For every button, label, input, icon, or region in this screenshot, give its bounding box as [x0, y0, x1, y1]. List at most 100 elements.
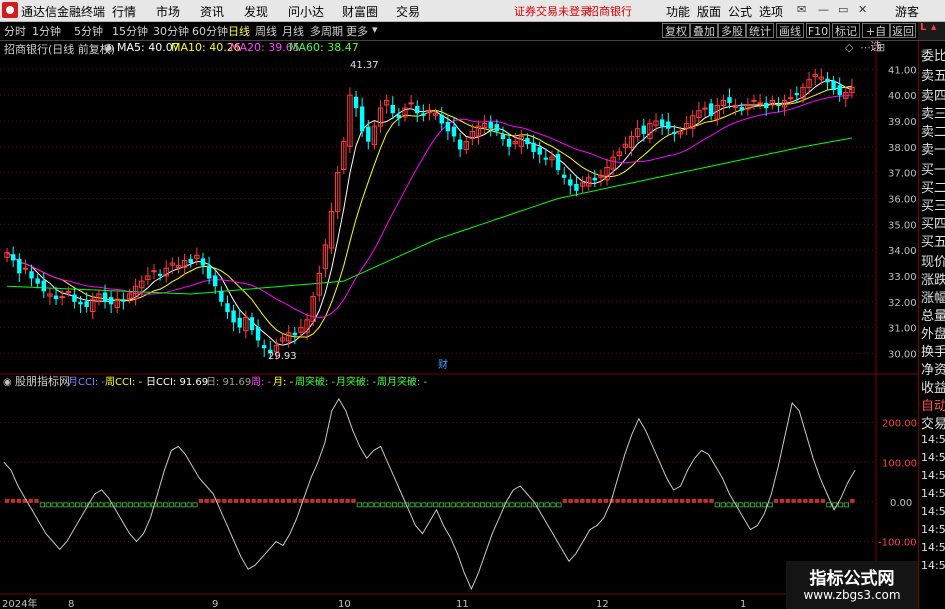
sidebar-outer-volume[interactable]: 外盘 — [921, 323, 945, 342]
time-tick-jan: 1 — [740, 599, 746, 609]
tab-multi-period[interactable]: 多周期 — [310, 23, 343, 39]
trade-time-row: 14:56 — [921, 505, 945, 518]
menu-functions[interactable]: 功能 — [666, 3, 690, 20]
sidebar-bid4[interactable]: 买四 — [921, 213, 945, 232]
menu-formula[interactable]: 公式 — [728, 3, 752, 20]
candle-body-down — [445, 122, 451, 132]
candle-body-down — [537, 147, 542, 155]
sidebar-order-ratio[interactable]: 委比 — [921, 45, 945, 64]
cci-bar-negative — [474, 502, 480, 508]
sidebar-earnings[interactable]: 收益 — [921, 377, 945, 396]
cci-bar-negative — [121, 502, 128, 508]
sidebar-change[interactable]: 涨跌 — [921, 269, 945, 288]
cci-bar-negative — [157, 502, 163, 508]
back-button[interactable]: 返回 — [890, 23, 916, 38]
cci-bar-negative — [45, 502, 51, 508]
add-watchlist-button[interactable]: +自选 — [862, 23, 890, 53]
cci-bar-positive — [5, 498, 10, 503]
tab-15min[interactable]: 15分钟 — [112, 23, 148, 39]
cci-bar-negative — [556, 502, 562, 508]
cci-bar-negative — [720, 502, 726, 508]
menu-options[interactable]: 选项 — [759, 3, 783, 20]
sidebar-volume[interactable]: 总量 — [921, 305, 945, 324]
cci-bar-negative — [738, 502, 744, 508]
chart-area[interactable]: 41.00 40.00 39.00 38.00 37.00 36.00 35.0… — [0, 41, 918, 609]
stats-button[interactable]: 统计 — [746, 23, 774, 38]
cci-bar-positive — [228, 498, 233, 503]
sidebar-auto[interactable]: 自动 — [921, 395, 945, 414]
tab-30min[interactable]: 30分钟 — [153, 23, 189, 39]
cci-bar-negative — [415, 502, 421, 508]
menu-ask[interactable]: 问小达 — [288, 3, 324, 20]
menu-layout[interactable]: 版面 — [697, 3, 721, 20]
guest-user[interactable]: 游客 — [895, 3, 919, 20]
indicator-name[interactable]: 股朋指标网 — [15, 374, 70, 388]
more-dropdown-icon[interactable]: ▾ — [372, 23, 378, 36]
cci-bar-positive — [198, 498, 204, 503]
time-axis: 2024年 8 9 10 11 12 1 — [2, 597, 746, 609]
panel-toggle[interactable]: L ▲ — [918, 22, 945, 40]
sidebar-price[interactable]: 现价 — [921, 251, 945, 270]
tab-1min[interactable]: 1分钟 — [32, 23, 61, 39]
sidebar-ask3[interactable]: 卖三 — [921, 103, 945, 122]
multi-stock-button[interactable]: 多股 — [718, 23, 746, 38]
indicator-settings-icon[interactable]: ◉ — [3, 377, 12, 388]
tab-intraday[interactable]: 分时 — [4, 23, 26, 39]
menu-quotes[interactable]: 行情 — [112, 3, 136, 20]
minimize-icon[interactable]: — — [818, 3, 829, 16]
cci-bar-positive — [820, 498, 826, 503]
tab-daily[interactable]: 日线 — [228, 23, 250, 39]
finance-marker[interactable]: 财 — [438, 358, 448, 371]
menu-discover[interactable]: 发现 — [244, 3, 268, 20]
sidebar-ask4[interactable]: 卖四 — [921, 85, 945, 104]
mark-button[interactable]: 标记 — [832, 23, 860, 38]
sidebar-trades[interactable]: 交易 — [921, 413, 945, 432]
price-tick-39: 39.00 — [888, 117, 917, 128]
cci-bar-negative — [380, 502, 386, 508]
sidebar-net-assets[interactable]: 净资 — [921, 359, 945, 378]
menu-market[interactable]: 市场 — [156, 3, 180, 20]
current-stock-alert[interactable]: 招商银行 — [588, 3, 632, 19]
f10-button[interactable]: F10 — [806, 23, 830, 38]
daily-cci: 日CCI: 91.69 — [146, 377, 208, 388]
candle-body-up — [22, 267, 29, 270]
cci-bar-negative — [145, 502, 151, 508]
sidebar-bid2[interactable]: 买二 — [921, 177, 945, 196]
cci-bar-positive — [274, 498, 280, 503]
trade-login-alert[interactable]: 证券交易未登录 — [514, 3, 591, 19]
adjust-button[interactable]: 复权 — [662, 23, 690, 38]
sidebar-change-pct[interactable]: 涨幅 — [921, 287, 945, 306]
cci-bar-negative — [39, 502, 45, 508]
cci-bar-negative — [75, 502, 81, 508]
tab-monthly[interactable]: 月线 — [282, 23, 304, 39]
cci-bar-positive — [779, 498, 785, 503]
sidebar-turnover[interactable]: 换手 — [921, 341, 945, 360]
sidebar-bid1[interactable]: 买一 — [921, 159, 945, 178]
candle-body-down — [457, 139, 463, 150]
sidebar-ask5[interactable]: 卖五 — [921, 65, 945, 84]
menu-wealth-circle[interactable]: 财富圈 — [342, 3, 378, 20]
ma20-line — [6, 94, 852, 319]
tab-weekly[interactable]: 周线 — [255, 23, 277, 39]
close-icon[interactable]: ✕ — [858, 3, 867, 16]
sidebar-ask1[interactable]: 卖一 — [921, 139, 945, 158]
menu-trade[interactable]: 交易 — [396, 3, 420, 20]
candle-body-down — [35, 278, 40, 284]
tab-60min[interactable]: 60分钟 — [192, 23, 228, 39]
candle-body-down — [727, 97, 732, 103]
tab-more[interactable]: 更多 — [346, 23, 368, 39]
restore-icon[interactable]: ▭ — [838, 3, 848, 16]
overlay-button[interactable]: 叠加 — [690, 23, 718, 38]
candle-body-down — [776, 104, 781, 106]
price-tick-32: 32.00 — [888, 298, 917, 309]
cci-bar-positive — [251, 498, 256, 503]
sidebar-ask2[interactable]: 卖二 — [921, 121, 945, 140]
menu-news[interactable]: 资讯 — [200, 3, 224, 20]
cci-bar-positive — [333, 498, 339, 503]
message-icon[interactable]: ✉ — [797, 3, 806, 16]
chart-grid — [0, 41, 918, 609]
draw-button[interactable]: 画线 — [776, 23, 804, 38]
tab-5min[interactable]: 5分钟 — [74, 23, 103, 39]
sidebar-bid3[interactable]: 买三 — [921, 195, 945, 214]
sidebar-bid5[interactable]: 买五 — [921, 231, 945, 250]
